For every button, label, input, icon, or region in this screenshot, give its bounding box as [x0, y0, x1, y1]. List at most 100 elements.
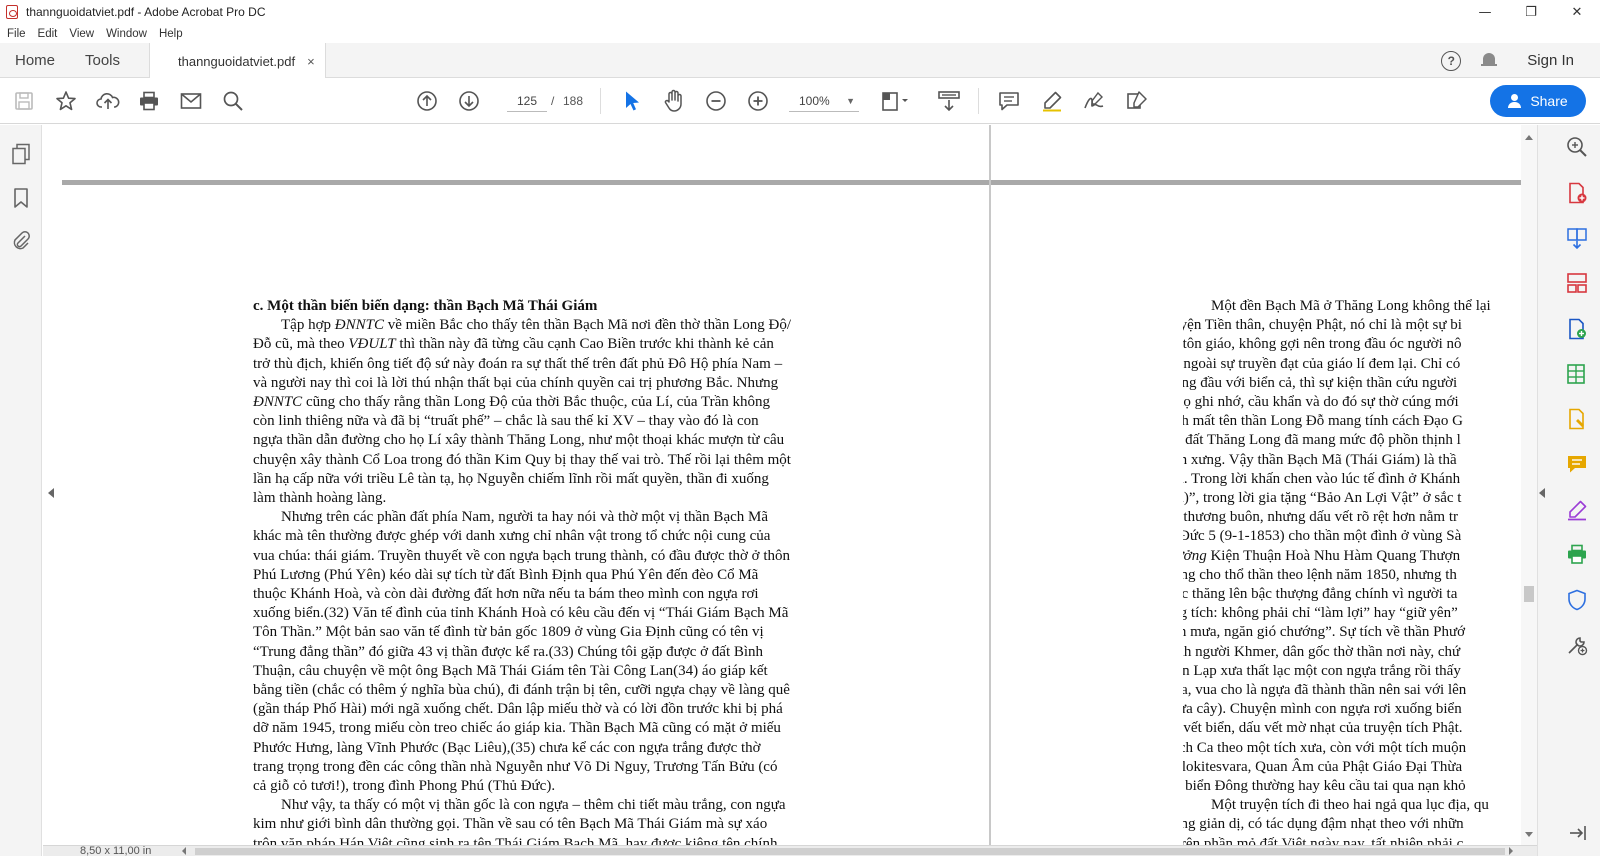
zoom-out-icon[interactable]	[704, 78, 728, 124]
scroll-down-icon[interactable]	[1525, 832, 1533, 837]
zoom-level-select[interactable]: 100% ▼	[789, 90, 859, 112]
text-line: vua chúa: thái giám. Truyền thuyết về co…	[253, 547, 791, 564]
text-line: cả giỗ cỏ tươi!), trong đình Phong Phú (…	[253, 778, 556, 795]
text-line: lần hạ cấp nữa với triều Lê tàn tạ, họ N…	[253, 470, 769, 487]
text-line: trở thù địch, khiến ông tiết độ sứ này đ…	[253, 355, 783, 372]
text-line: thần)”, trong lời gia tặng “Bảo An Lợi V…	[1183, 490, 1462, 507]
menu-file[interactable]: File	[7, 28, 26, 40]
text-line: Nhưng trên các phần đất phía Nam, người …	[281, 509, 769, 526]
print-production-icon[interactable]	[1566, 544, 1588, 566]
share-button[interactable]: Share	[1490, 85, 1586, 117]
text-line: dân thương buôn, nhưng dấu vết rõ rệt hơ…	[1183, 509, 1458, 526]
upload-cloud-icon[interactable]	[96, 78, 120, 124]
select-tool-icon[interactable]	[620, 78, 644, 124]
collapse-left-pane-icon[interactable]	[48, 488, 54, 498]
menu-view[interactable]: View	[69, 28, 94, 40]
save-icon[interactable]	[12, 78, 36, 124]
tab-home[interactable]: Home	[15, 43, 55, 78]
comment-icon[interactable]	[997, 78, 1021, 124]
tab-tools[interactable]: Tools	[85, 43, 120, 78]
hand-tool-icon[interactable]	[662, 78, 686, 124]
previous-page-icon[interactable]	[415, 78, 439, 124]
text-line: Một đền Bạch Mã ở Thăng Long không thể l…	[1211, 298, 1491, 314]
combine-files-icon[interactable]	[1566, 227, 1588, 250]
page-number-input[interactable]: 125	[507, 90, 547, 112]
create-pdf-icon[interactable]	[1566, 182, 1588, 204]
zoom-in-icon[interactable]	[746, 78, 770, 124]
text-line: bằng tiền (chắc có thêm ý nghĩa bùa chú)…	[253, 682, 790, 699]
bell-icon[interactable]	[1481, 52, 1498, 69]
text-line: trên đất Thăng Long đã mang mức độ phồn …	[1183, 432, 1461, 449]
attachment-icon[interactable]	[11, 230, 31, 252]
text-line: ngựa thần dẫn đường cho họ Lí xây thành …	[253, 432, 785, 449]
help-icon[interactable]: ?	[1441, 50, 1462, 71]
redact-tool-icon[interactable]	[1124, 78, 1150, 124]
text-line: Phước Hưng, làng Vĩnh Phước (Bạc Liêu),(…	[253, 739, 761, 756]
close-tab-icon[interactable]: ×	[307, 54, 315, 69]
menu-window[interactable]: Window	[106, 28, 147, 40]
edit-pdf-icon[interactable]	[1566, 318, 1588, 340]
restore-button[interactable]: ❐	[1508, 0, 1554, 24]
scroll-mode-icon[interactable]	[936, 78, 962, 124]
email-icon[interactable]	[179, 78, 203, 124]
sign-icon[interactable]	[1082, 78, 1106, 124]
tab-document[interactable]: thannguoidatviet.pdf ×	[149, 43, 326, 79]
scroll-thumb[interactable]	[1524, 586, 1534, 602]
text-line: khác mà tên thường được ghép với danh xư…	[253, 528, 771, 545]
text-line: chặn mưa, ngăn gió chướng”. Sự tích về t…	[1183, 624, 1466, 641]
protect-shield-icon[interactable]	[1566, 589, 1588, 611]
text-line: (gần tháp Phố Hài) mới ngã xuống chết. D…	[253, 701, 783, 718]
scroll-left-icon[interactable]	[182, 847, 186, 855]
horizontal-scroll-thumb[interactable]	[195, 848, 1505, 855]
text-line: làm thành hoàng làng.	[253, 490, 387, 507]
text-line: Tôn Thần.” Một bản sao văn tế đình từ bả…	[253, 624, 764, 641]
export-pdf-icon[interactable]	[1566, 363, 1588, 385]
text-line: Thuận, câu chuyện về một ông Bạch Mã Thá…	[253, 662, 768, 679]
text-line: xuống biển.(32) Văn tế đình của tỉnh Khá…	[253, 605, 789, 622]
main-toolbar: 125 / 188 100% ▼	[0, 78, 1600, 124]
next-page-icon[interactable]	[457, 78, 481, 124]
expand-panel-icon[interactable]	[1566, 822, 1588, 844]
scroll-up-icon[interactable]	[1525, 135, 1533, 140]
text-line: “Trung đẳng thần” đó giữa 43 vị thần đượ…	[253, 643, 764, 660]
right-page-lines: Một đền Bạch Mã ở Thăng Long không thể l…	[1183, 297, 1521, 845]
text-line: để họ ghi nhớ, cầu khẩn và do đó sự thờ …	[1183, 394, 1459, 411]
page-thumbnails-icon[interactable]	[11, 143, 31, 165]
text-line: biển. Trong lời khấn chen vào lúc tế đìn…	[1183, 470, 1461, 487]
minimize-button[interactable]: —	[1462, 0, 1508, 24]
collapse-right-pane-icon[interactable]	[1539, 488, 1545, 498]
right-page-text: Một đền Bạch Mã ở Thăng Long không thể l…	[1183, 297, 1521, 845]
menu-help[interactable]: Help	[159, 28, 183, 40]
highlight-pen-icon[interactable]	[1040, 78, 1064, 124]
text-line: chính người Khmer, dân gốc thờ thần nơi …	[1183, 643, 1461, 660]
page-fit-icon[interactable]	[878, 78, 912, 124]
pdf-app-icon	[6, 5, 18, 19]
search-icon[interactable]	[221, 78, 245, 124]
text-line: trộn văn pháp Hán Việt cũng sinh ra tên …	[253, 835, 778, 845]
text-line: đương đầu với biển cả, thì sự kiện thần …	[1183, 374, 1458, 391]
print-icon[interactable]	[137, 78, 161, 124]
bookmark-icon[interactable]	[11, 187, 31, 209]
star-icon[interactable]	[54, 78, 78, 124]
close-window-button[interactable]: ✕	[1554, 0, 1600, 24]
scroll-right-icon[interactable]	[1509, 847, 1513, 855]
text-line: Tập hợp ĐNNTC về miền Bắc cho thấy tên t…	[281, 317, 791, 334]
organize-pages-icon[interactable]	[1566, 272, 1588, 294]
title-bar: thannguoidatviet.pdf - Adobe Acrobat Pro…	[0, 0, 1600, 24]
menu-edit[interactable]: Edit	[38, 28, 58, 40]
text-line: trang trọng trong đền các công thần nhà …	[253, 758, 778, 775]
window-controls: — ❐ ✕	[1462, 0, 1600, 24]
add-person-icon	[1508, 94, 1522, 108]
fill-sign-icon[interactable]	[1566, 499, 1588, 521]
left-page-lines: Tập hợp ĐNNTC về miền Bắc cho thấy tên t…	[253, 316, 853, 845]
create-form-icon[interactable]	[1566, 408, 1588, 430]
comment-panel-icon[interactable]	[1566, 453, 1588, 475]
text-line: Đỗ cũ, mà theo VĐULT thì thần này đã từn…	[253, 336, 774, 353]
zoom-search-icon[interactable]	[1566, 136, 1588, 158]
text-line: còn linh thiêng nữa và đã bị “truất phế”…	[253, 413, 759, 430]
chevron-down-icon: ▼	[846, 96, 855, 106]
sign-in-button[interactable]: Sign In	[1527, 52, 1574, 69]
share-button-label: Share	[1530, 93, 1568, 109]
vertical-scrollbar[interactable]	[1521, 125, 1537, 845]
more-tools-icon[interactable]	[1566, 634, 1588, 656]
